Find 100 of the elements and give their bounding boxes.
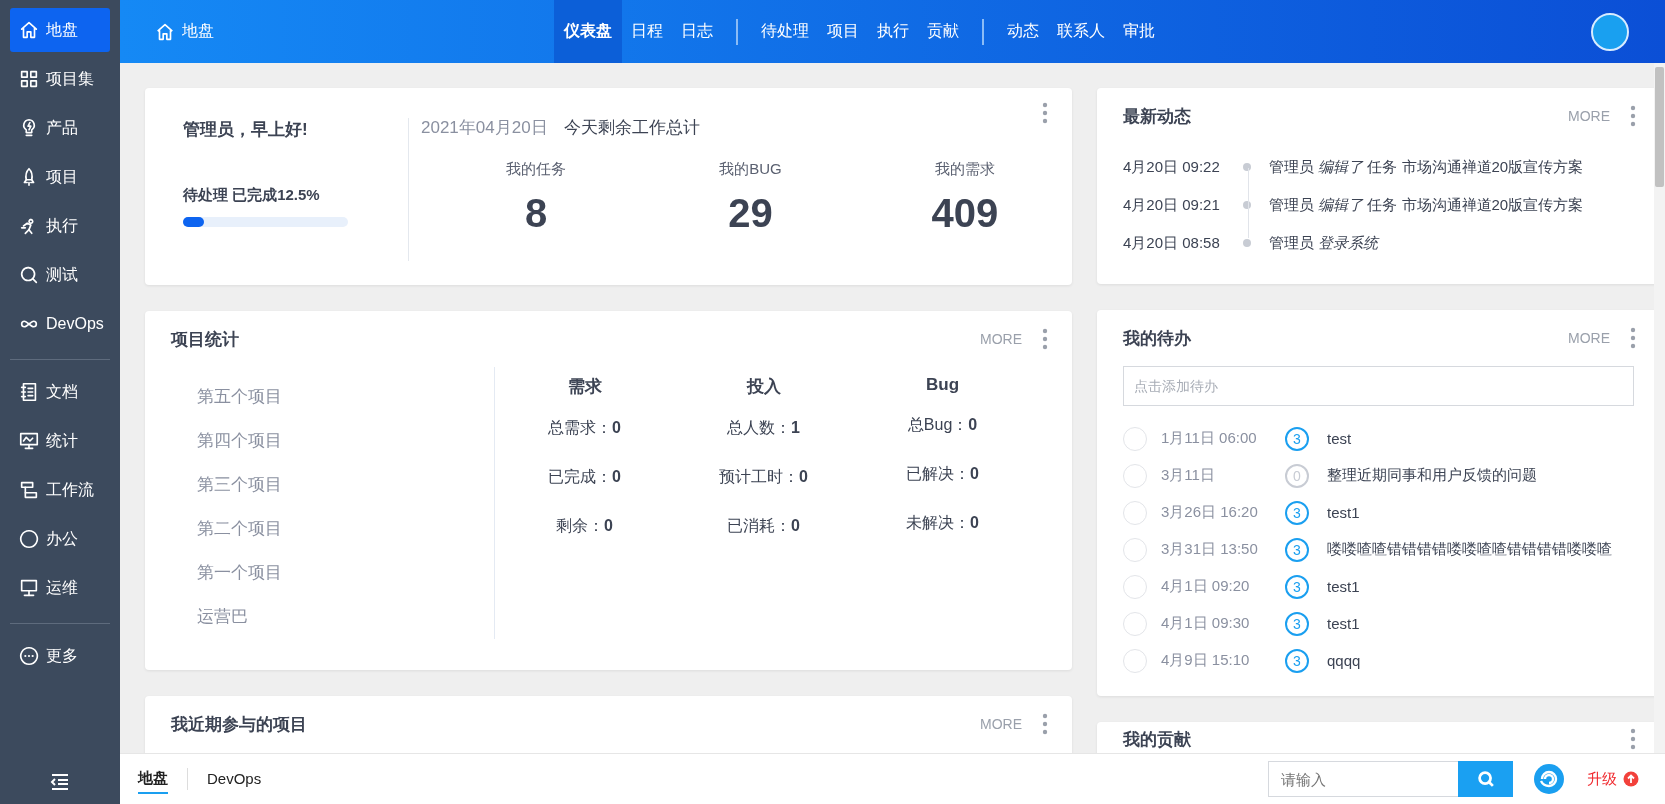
date: 2021年04月20日 <box>421 117 548 139</box>
todo-date: 3月31日 13:50 <box>1161 540 1259 559</box>
stat-value: 0 <box>612 468 621 485</box>
column-heading: 投入 <box>746 376 781 398</box>
sidebar-item[interactable]: 运维 <box>10 566 110 610</box>
stat-label: 已解决： <box>906 465 971 482</box>
activity-text: 管理员 登录系统 <box>1269 233 1379 253</box>
sidebar-item[interactable]: 项目集 <box>10 57 110 101</box>
upgrade-link[interactable]: 升级 <box>1587 769 1617 789</box>
todo-title[interactable]: qqqq <box>1327 652 1361 669</box>
stat-label: 已完成： <box>548 468 613 485</box>
column-heading: Bug <box>925 375 959 395</box>
stat-value[interactable]: 8 <box>525 191 548 236</box>
menu-item-icon <box>18 577 40 599</box>
activity-time: 4月20日 09:22 <box>1123 157 1221 177</box>
sidebar-item[interactable]: 统计 <box>10 419 110 463</box>
priority-badge: 3 <box>1285 611 1309 636</box>
stat-label: 我的BUG <box>719 160 782 179</box>
home-title[interactable]: 地盘 <box>154 20 554 43</box>
nav-tab[interactable]: 项目 <box>818 0 868 63</box>
todo-title[interactable]: test1 <box>1327 615 1360 632</box>
nav-tab[interactable]: 执行 <box>868 0 918 63</box>
more-icon[interactable] <box>1630 728 1636 750</box>
nav-tab[interactable]: 动态 <box>998 0 1048 63</box>
sidebar-item[interactable]: DevOps <box>10 302 110 346</box>
timeline-dot <box>1243 163 1251 171</box>
todo-title[interactable]: 整理近期同事和用户反馈的问题 <box>1327 466 1537 485</box>
todo-title[interactable]: 喽喽喳喳错错错错喽喽喳喳错错错错喽喽喳 <box>1327 540 1612 559</box>
sidebar-item[interactable]: 文档 <box>10 370 110 414</box>
card-title: 最新动态 <box>1123 105 1191 128</box>
more-icon[interactable] <box>1042 713 1048 735</box>
stat-value: 0 <box>799 468 808 485</box>
todo-title[interactable]: test1 <box>1327 578 1360 595</box>
stat-label: 总人数： <box>727 419 792 436</box>
sidebar-item[interactable]: 项目 <box>10 155 110 199</box>
stat-value[interactable]: 29 <box>728 191 773 236</box>
column-heading: 需求 <box>567 376 602 398</box>
todo-date: 4月1日 09:20 <box>1161 577 1251 596</box>
stat-label: 总需求： <box>548 419 613 436</box>
todo-title[interactable]: test1 <box>1327 504 1360 521</box>
stat-label: 预计工时： <box>719 468 800 485</box>
activity-time: 4月20日 09:21 <box>1123 195 1221 215</box>
stat-label: 已消耗： <box>727 517 792 534</box>
menu-item-icon <box>18 264 40 286</box>
menu-item-icon <box>18 68 40 90</box>
menu-item-icon <box>18 645 40 667</box>
stat-value: 0 <box>604 517 613 534</box>
app-tab[interactable]: DevOps <box>207 765 262 793</box>
nav-tab[interactable]: 审批 <box>1114 0 1164 63</box>
sidebar-item[interactable]: 执行 <box>10 204 110 248</box>
activity-time: 4月20日 08:58 <box>1123 233 1221 253</box>
menu-item-icon <box>18 479 40 501</box>
nav-tab[interactable]: 日程 <box>622 0 672 63</box>
nav-tab[interactable]: 日志 <box>672 0 722 63</box>
priority-badge: 3 <box>1285 574 1309 599</box>
nav-tab[interactable]: 仪表盘 <box>554 0 622 63</box>
page-title: 地盘 <box>182 21 214 41</box>
stat-value: 0 <box>791 517 800 534</box>
sidebar-item[interactable]: 产品 <box>10 106 110 150</box>
todo-title[interactable]: test <box>1327 430 1352 447</box>
sidebar-item[interactable]: 办公 <box>10 517 110 561</box>
menu-item-icon <box>18 528 40 550</box>
priority-badge: 3 <box>1285 648 1309 673</box>
stat-value[interactable]: 409 <box>931 191 999 236</box>
more-icon[interactable] <box>1042 328 1048 350</box>
sidebar-item[interactable]: 更多 <box>10 634 110 678</box>
activity-text: 管理员 编辑了 任务 市场沟通禅道20版宣传方案 <box>1269 195 1584 215</box>
swirl-logo-icon[interactable] <box>1533 763 1565 795</box>
nav-tab[interactable]: 贡献 <box>918 0 968 63</box>
menu-item-icon <box>18 430 40 452</box>
greeting: 管理员，早上好! <box>183 119 309 141</box>
app-tab[interactable]: 地盘 <box>138 764 168 794</box>
nav-tab[interactable]: 待处理 <box>752 0 818 63</box>
todo-date: 1月11日 06:00 <box>1161 429 1258 448</box>
card-title: 我近期参与的项目 <box>171 713 307 736</box>
stat-label: 未解决： <box>906 514 971 531</box>
search-button[interactable] <box>1458 761 1513 797</box>
card-title: 项目统计 <box>171 328 239 351</box>
nav-tab[interactable]: 联系人 <box>1048 0 1114 63</box>
sidebar-item[interactable]: 工作流 <box>10 468 110 512</box>
more-icon[interactable] <box>1630 327 1636 349</box>
timeline-dot <box>1243 239 1251 247</box>
stat-label: 剩余： <box>556 517 605 534</box>
more-icon[interactable] <box>1042 102 1048 124</box>
search-field[interactable]: 请输入 <box>1268 761 1458 797</box>
sidebar-item[interactable]: 测试 <box>10 253 110 297</box>
avatar[interactable] <box>1591 12 1629 51</box>
priority-badge: 3 <box>1285 537 1309 562</box>
todo-date: 3月11日 <box>1161 466 1216 485</box>
card-title: 我的待办 <box>1123 327 1191 350</box>
more-icon[interactable] <box>1630 105 1636 127</box>
stat-value: 0 <box>612 419 621 436</box>
menu-item-icon <box>18 19 40 41</box>
summary-title: 今天剩余工作总计 <box>563 117 700 139</box>
stat-value: 1 <box>791 419 800 436</box>
activity-text: 管理员 编辑了 任务 市场沟通禅道20版宣传方案 <box>1269 157 1584 177</box>
add-todo-field[interactable]: 点击添加待办 <box>1123 366 1634 406</box>
scrollbar[interactable] <box>1655 67 1664 187</box>
stat-value: 0 <box>968 416 978 433</box>
sidebar-item[interactable]: 地盘 <box>10 8 110 52</box>
